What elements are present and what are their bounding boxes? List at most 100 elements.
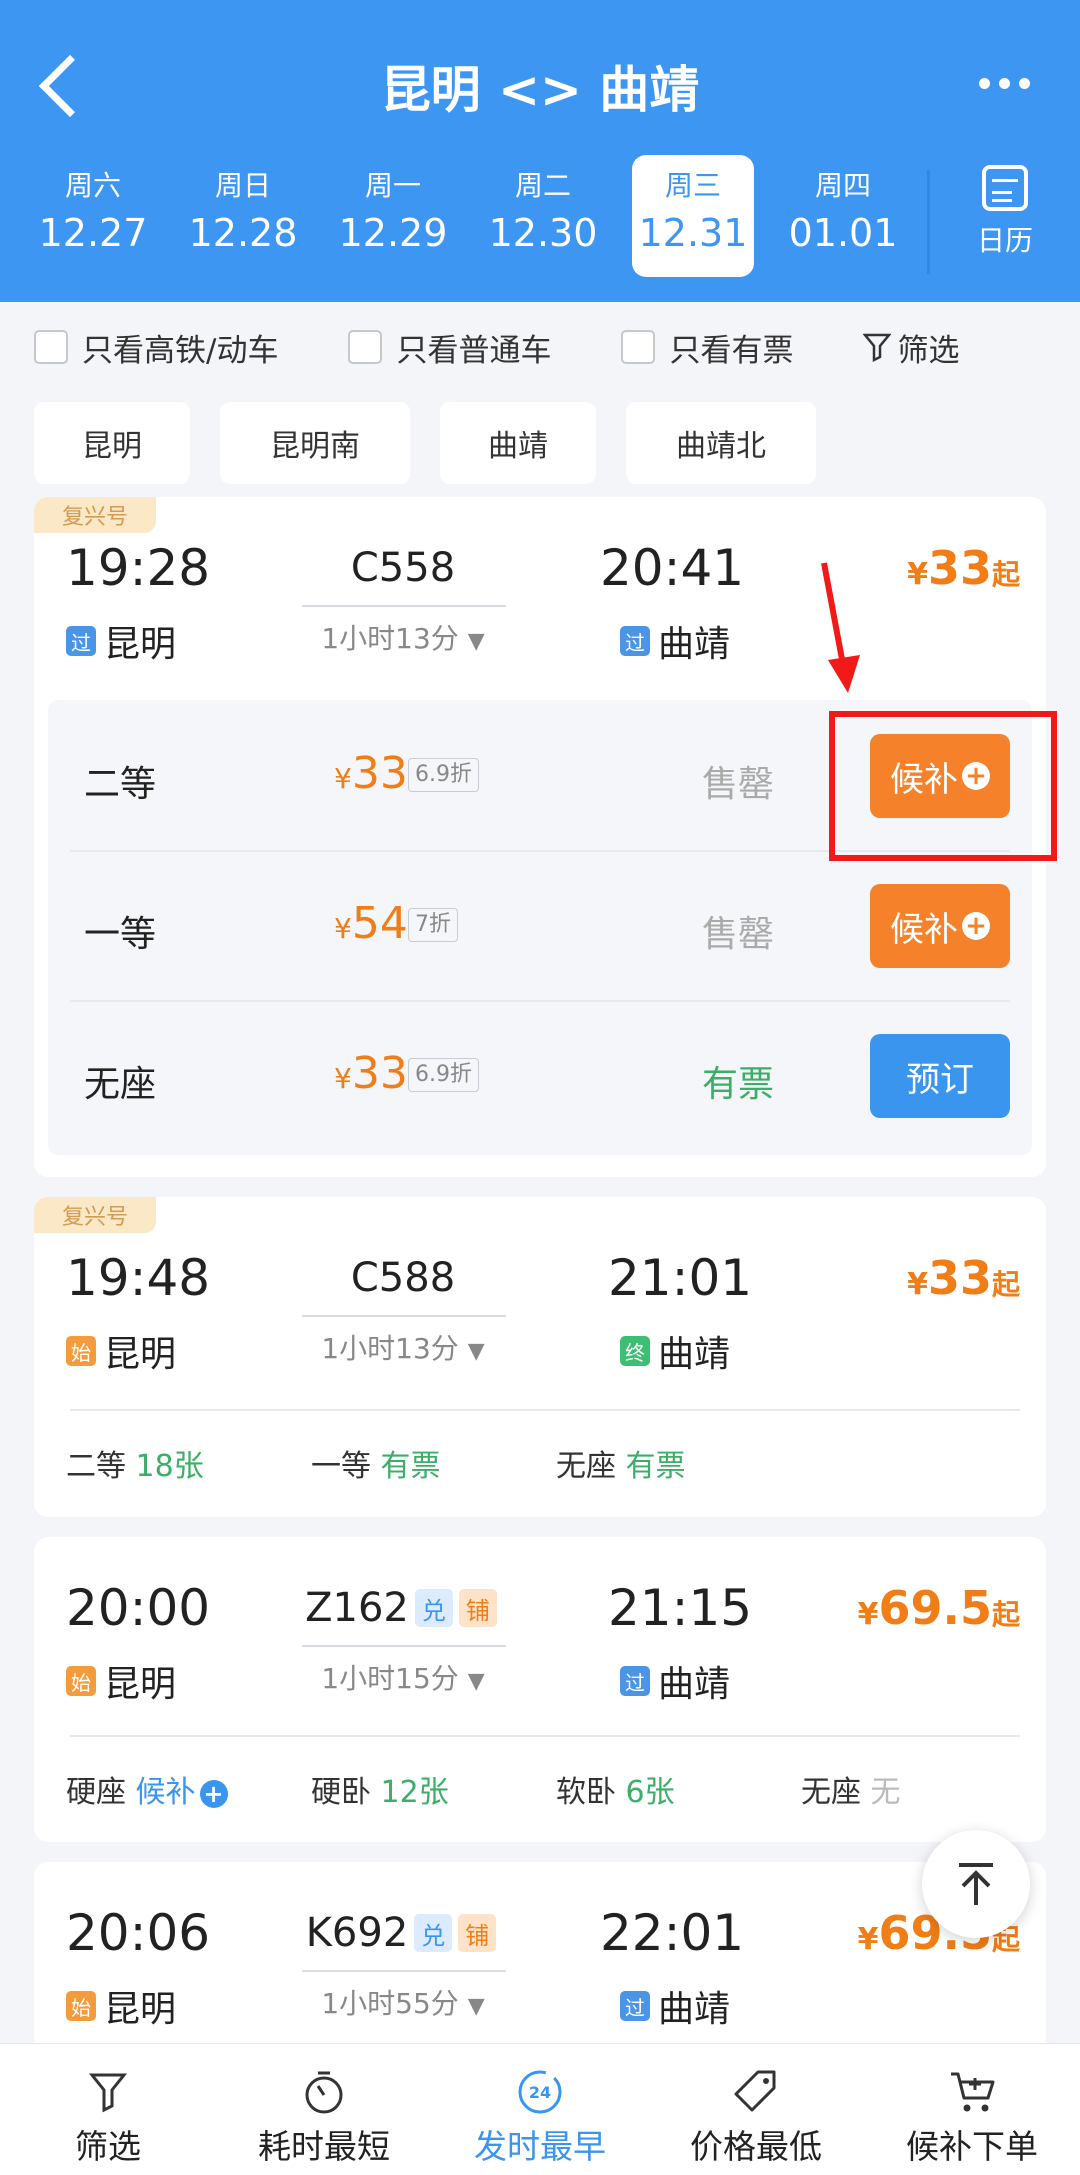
duration[interactable]: 1小时13分 ▼ [298, 617, 508, 657]
checkbox[interactable] [348, 330, 383, 364]
exchange-tag: 兑 [414, 1589, 453, 1627]
station-text: 昆明 [104, 1334, 177, 1375]
seat-availability: 18张 [135, 1449, 204, 1484]
calendar-button[interactable]: 日历 [950, 165, 1060, 259]
date-tabs: 周六 12.27 周日 12.28 周一 12.29 周二 12.30 周三 12.31 … [18, 155, 918, 277]
arrival-time: 22:01 [600, 1904, 745, 1962]
train-card-c588[interactable]: 复兴号 19:48 C588 1小时13分 ▼ 21:01 始昆明 终曲靖 ¥3… [34, 1197, 1046, 1517]
sort-filter[interactable]: 筛选 [0, 2044, 216, 2175]
date-tab-1227[interactable]: 周六 12.27 [18, 155, 168, 277]
row-divider [70, 1735, 1020, 1737]
chevron-down-icon: ▼ [467, 1994, 485, 2019]
discount-badge: 7折 [408, 908, 458, 942]
seat-name: 软卧 [556, 1775, 616, 1810]
origin-badge: 始 [66, 1336, 96, 1366]
departure-station: 始昆明 [66, 1980, 176, 2032]
button-label: 候补 [890, 909, 958, 950]
seat-summary-item: 无座 无 [801, 1767, 1001, 1811]
station-text: 昆明 [104, 1664, 177, 1705]
date-tab-1228[interactable]: 周日 12.28 [168, 155, 318, 277]
duration-text: 1小时55分 [321, 1987, 459, 2020]
duration[interactable]: 1小时55分 ▼ [298, 1982, 508, 2022]
station-text: 曲靖 [658, 1989, 731, 2030]
sleeper-tag: 铺 [458, 1914, 497, 1952]
price-value: 33 [927, 541, 992, 595]
date-label: 12.31 [638, 211, 748, 255]
seat-price: ¥33 [334, 748, 408, 799]
seat-summary-item[interactable]: 硬座 候补 + [66, 1767, 311, 1811]
duration-text: 1小时13分 [321, 1332, 459, 1365]
pass-badge: 过 [620, 1991, 650, 2021]
departure-time: 20:06 [66, 1904, 211, 1962]
station-text: 昆明 [104, 1989, 177, 2030]
filter-youpiao[interactable]: 只看有票 [621, 325, 793, 370]
more-icon[interactable] [979, 78, 1030, 89]
funnel-icon [863, 333, 892, 362]
top-header: 昆明 <> 曲靖 周六 12.27 周日 12.28 周一 12.29 周二 12.30… [0, 0, 1080, 302]
station-chip-kunmingnan[interactable]: 昆明南 [220, 402, 410, 484]
weekday-label: 周日 [214, 169, 271, 202]
sort-lowest-price[interactable]: 价格最低 [648, 2044, 864, 2175]
route-line [302, 1315, 506, 1317]
seat-availability: 候补 [135, 1775, 196, 1810]
station-chip-qujing[interactable]: 曲靖 [440, 402, 596, 484]
seat-status: 售罄 [701, 914, 774, 955]
nav-label: 价格最低 [690, 2127, 822, 2166]
seat-name: 无座 [801, 1775, 861, 1810]
seat-summary: 硬座 候补 + 硬卧 12张 软卧 6张 无座 无 [66, 1767, 1001, 1811]
fuxing-tag: 复兴号 [34, 497, 156, 533]
route-line [302, 1970, 506, 1972]
date-label: 12.30 [488, 211, 598, 255]
arrival-station: 过曲靖 [620, 1980, 730, 2032]
calendar-label: 日历 [976, 224, 1033, 257]
price-suffix: 起 [991, 1268, 1020, 1301]
filter-label: 只看有票 [669, 332, 794, 369]
filter-putong[interactable]: 只看普通车 [348, 325, 551, 370]
price-value: 33 [927, 1251, 992, 1305]
station-text: 曲靖 [658, 1664, 731, 1705]
station-chip-kunming[interactable]: 昆明 [34, 402, 190, 484]
red-highlight-box [829, 711, 1057, 861]
plus-circle-icon: + [199, 1779, 228, 1808]
date-label: 12.28 [188, 211, 298, 255]
nav-label: 候补下单 [906, 2127, 1038, 2166]
seat-price: ¥54 [334, 898, 408, 949]
duration-text: 1小时13分 [321, 622, 459, 655]
date-tab-1229[interactable]: 周一 12.29 [318, 155, 468, 277]
seat-price-value: 54 [351, 898, 408, 949]
date-tab-1231-selected[interactable]: 周三 12.31 [632, 155, 754, 277]
sort-earliest-departure[interactable]: 24 发时最早 [432, 2044, 648, 2175]
arrival-station: 终曲靖 [620, 1325, 730, 1377]
duration[interactable]: 1小时15分 ▼ [298, 1657, 508, 1697]
back-to-top-button[interactable] [922, 1830, 1030, 1938]
date-tab-0101[interactable]: 周四 01.01 [768, 155, 918, 277]
checkbox[interactable] [34, 330, 68, 364]
weekday-label: 周四 [814, 169, 871, 202]
filter-gaotie[interactable]: 只看高铁/动车 [34, 325, 278, 370]
arrival-station: 过曲靖 [620, 1655, 730, 1707]
train-card-k692[interactable]: 20:06 K692 兑铺 1小时55分 ▼ 22:01 始昆明 过曲靖 ¥69.… [34, 1862, 1046, 2062]
currency: ¥ [857, 1922, 879, 1957]
weekday-label: 周三 [664, 169, 721, 202]
funnel-icon [88, 2073, 128, 2113]
train-number: C558 [350, 545, 456, 591]
duration[interactable]: 1小时13分 ▼ [298, 1327, 508, 1367]
waitlist-button[interactable]: 候补 + [870, 884, 1010, 968]
weekday-label: 周六 [64, 169, 121, 202]
train-card-z162[interactable]: 20:00 Z162 兑铺 1小时15分 ▼ 21:15 始昆明 过曲靖 ¥69.… [34, 1537, 1046, 1842]
fuxing-tag: 复兴号 [34, 1197, 156, 1233]
checkbox[interactable] [621, 330, 656, 364]
route-line [302, 605, 506, 607]
sort-shortest-duration[interactable]: 耗时最短 [216, 2044, 432, 2175]
screen-button[interactable]: 筛选 [863, 325, 959, 370]
weekday-label: 周一 [364, 169, 421, 202]
book-button[interactable]: 预订 [870, 1034, 1010, 1118]
waitlist-order[interactable]: 候补下单 [864, 2044, 1080, 2175]
seat-summary-item: 硬卧 12张 [311, 1767, 556, 1811]
arrival-time: 21:15 [608, 1579, 753, 1637]
currency: ¥ [907, 557, 928, 592]
station-chip-qujingbei[interactable]: 曲靖北 [626, 402, 816, 484]
date-tab-1230[interactable]: 周二 12.30 [468, 155, 618, 277]
origin-badge: 始 [66, 1666, 96, 1696]
screen-label: 筛选 [897, 332, 960, 369]
